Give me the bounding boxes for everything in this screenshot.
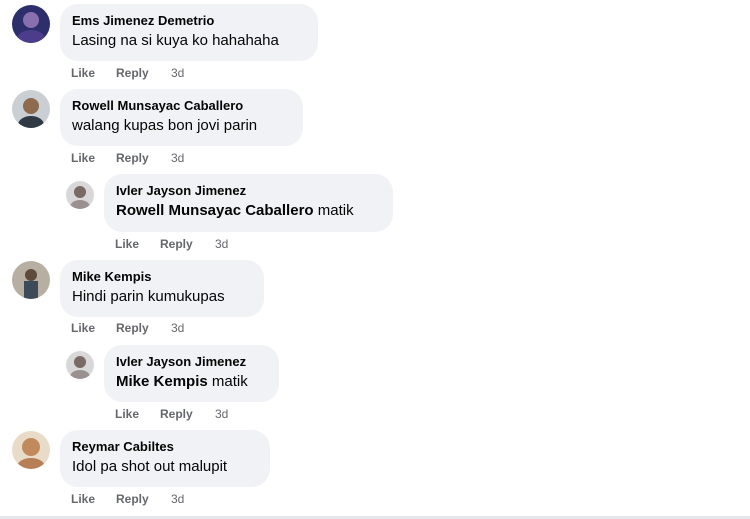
comment-text: walang kupas bon jovi parin: [72, 117, 258, 134]
timestamp[interactable]: 3d: [171, 320, 184, 336]
mention-link[interactable]: Mike Kempis: [116, 373, 208, 390]
comment-author[interactable]: Ivler Jayson Jimenez: [116, 353, 267, 370]
avatar[interactable]: [12, 5, 50, 43]
comment-bubble: Rowell Munsayac Caballero walang kupas b…: [60, 89, 303, 146]
avatar[interactable]: [12, 90, 50, 128]
like-button[interactable]: Like: [71, 491, 116, 507]
reply-button[interactable]: Reply: [160, 236, 215, 252]
reply-button[interactable]: Reply: [116, 491, 171, 507]
comment-author[interactable]: Rowell Munsayac Caballero: [72, 97, 291, 114]
reply-button[interactable]: Reply: [160, 406, 215, 422]
comment-actions: Like Reply 3d: [71, 320, 184, 336]
avatar[interactable]: [12, 261, 50, 299]
comment-text: Mike Kempis matik: [116, 372, 267, 392]
like-button[interactable]: Like: [71, 150, 116, 166]
comment-bubble: Ivler Jayson Jimenez Rowell Munsayac Cab…: [104, 174, 393, 232]
reply-button[interactable]: Reply: [116, 65, 171, 81]
timestamp[interactable]: 3d: [171, 491, 184, 507]
comment-text-body: matik: [207, 373, 248, 390]
timestamp[interactable]: 3d: [215, 406, 228, 422]
comment-author[interactable]: Reymar Cabiltes: [72, 438, 258, 455]
comment-author[interactable]: Ems Jimenez Demetrio: [72, 12, 306, 29]
avatar[interactable]: [12, 431, 50, 469]
comment-bubble: Ivler Jayson Jimenez Mike Kempis matik: [104, 345, 279, 402]
like-button[interactable]: Like: [71, 65, 116, 81]
avatar[interactable]: [66, 181, 94, 209]
comment-author[interactable]: Mike Kempis: [72, 268, 252, 285]
timestamp[interactable]: 3d: [215, 236, 228, 252]
timestamp[interactable]: 3d: [171, 65, 184, 81]
comment-author[interactable]: Ivler Jayson Jimenez: [116, 182, 381, 199]
comment-bubble: Mike Kempis Hindi parin kumukupas: [60, 260, 264, 317]
comment-text-body: matik: [313, 202, 354, 219]
reply-button[interactable]: Reply: [116, 150, 171, 166]
comment-bubble: Ems Jimenez Demetrio Lasing na si kuya k…: [60, 4, 318, 61]
comment-actions: Like Reply 3d: [115, 236, 228, 252]
comment-text: Rowell Munsayac Caballero matik: [116, 201, 381, 221]
comment-actions: Like Reply 3d: [71, 150, 184, 166]
comment-text: Hindi parin kumukupas: [72, 288, 225, 305]
like-button[interactable]: Like: [71, 320, 116, 336]
comment-actions: Like Reply 3d: [71, 65, 184, 81]
like-button[interactable]: Like: [115, 236, 160, 252]
reply-button[interactable]: Reply: [116, 320, 171, 336]
avatar[interactable]: [66, 351, 94, 379]
comment-text: Idol pa shot out malupit: [72, 458, 228, 475]
timestamp[interactable]: 3d: [171, 150, 184, 166]
comment-text: Lasing na si kuya ko hahahaha: [72, 32, 279, 49]
comment-bubble: Reymar Cabiltes Idol pa shot out malupit: [60, 430, 270, 487]
mention-link[interactable]: Rowell Munsayac Caballero: [116, 202, 314, 219]
comment-actions: Like Reply 3d: [71, 491, 184, 507]
comment-actions: Like Reply 3d: [115, 406, 228, 422]
like-button[interactable]: Like: [115, 406, 160, 422]
